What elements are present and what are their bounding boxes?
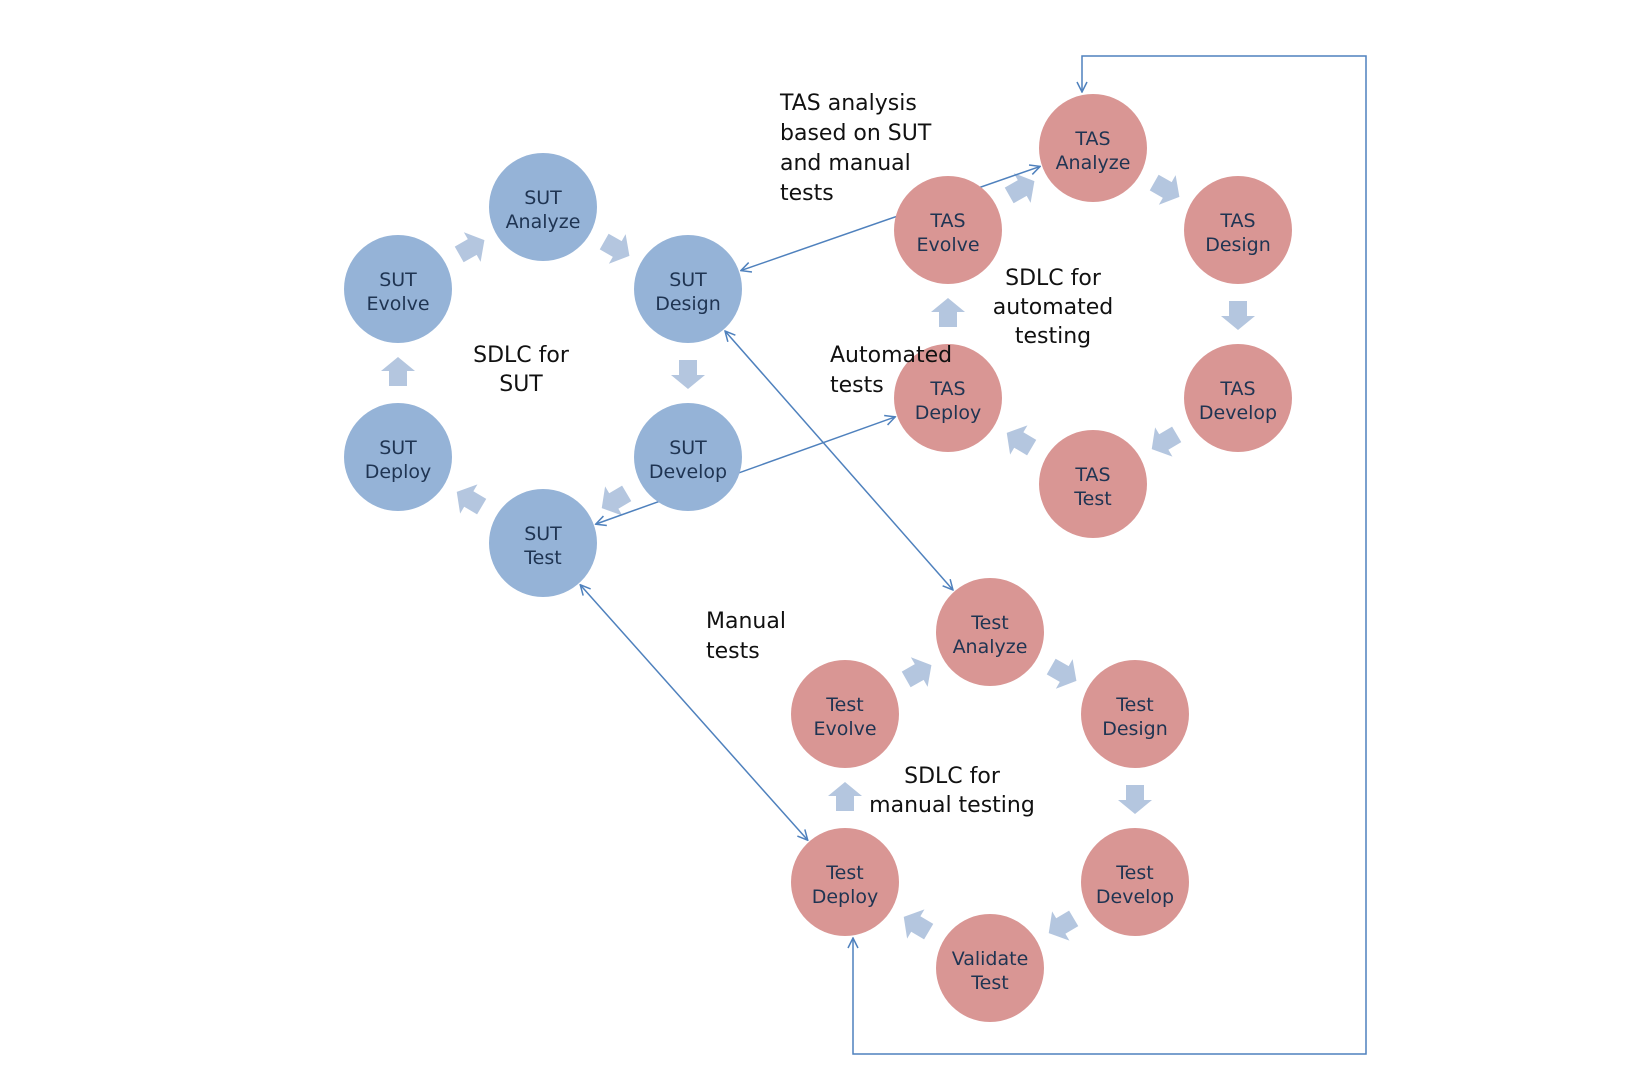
node-test-design: TestDesign [1081, 660, 1189, 768]
node-label: Test [970, 612, 1008, 634]
cycle-title-sut: SDLC for SUT [473, 343, 570, 397]
node-sut-evolve: SUTEvolve [344, 235, 452, 343]
nodes: SUTAnalyzeSUTDesignSUTDevelopSUTTestSUTD… [344, 94, 1292, 1022]
cycle-title-tas: SDLC for automated testing [993, 266, 1114, 349]
node-sut-deploy: SUTDeploy [344, 403, 452, 511]
node-label: TAS [1074, 128, 1110, 150]
connector-label: TAS analysis [779, 91, 917, 116]
node-label: Evolve [366, 293, 429, 315]
node-label: SUT [524, 523, 562, 545]
node-sut-analyze: SUTAnalyze [489, 153, 597, 261]
node-label: Evolve [916, 234, 979, 256]
cycle-title-line: manual testing [869, 793, 1035, 818]
cycle-title-line: SDLC for [473, 343, 570, 368]
connector-label: and manual [780, 151, 911, 176]
flow-arrow-icon [1151, 426, 1182, 457]
cycle-title-line: testing [1015, 324, 1091, 349]
node-label: Develop [1096, 886, 1174, 908]
flow-arrow-icon [1118, 785, 1152, 814]
flow-arrow-icon [456, 484, 487, 515]
connector-label: Manual [706, 609, 786, 634]
node-label: TAS [929, 210, 965, 232]
node-tas-design: TASDesign [1184, 176, 1292, 284]
node-validate-test: ValidateTest [936, 914, 1044, 1022]
connector-label: tests [830, 373, 884, 398]
node-label: SUT [669, 437, 707, 459]
node-label: TAS [929, 378, 965, 400]
flow-arrow-icon [599, 233, 630, 264]
node-label: Develop [649, 461, 727, 483]
node-label: Test [825, 862, 863, 884]
flow-arrow-icon [1006, 425, 1037, 456]
node-test-develop: TestDevelop [1081, 828, 1189, 936]
flow-arrow-icon [1048, 910, 1079, 941]
flow-arrow-icon [454, 232, 485, 263]
node-label: SUT [669, 269, 707, 291]
cycle-title-line: automated [993, 295, 1114, 320]
node-label: Analyze [1056, 152, 1131, 174]
node-sut-test: SUTTest [489, 489, 597, 597]
flow-arrow-icon [1149, 174, 1180, 205]
node-label: Design [655, 293, 721, 315]
cycle-title-manual: SDLC for manual testing [869, 764, 1035, 818]
node-label: TAS [1219, 378, 1255, 400]
node-label: Test [1115, 862, 1153, 884]
node-test-analyze: TestAnalyze [936, 578, 1044, 686]
node-label: Test [970, 972, 1008, 994]
node-label: TAS [1074, 464, 1110, 486]
connector-label: tests [706, 639, 760, 664]
node-sut-design: SUTDesign [634, 235, 742, 343]
node-test-evolve: TestEvolve [791, 660, 899, 768]
node-tas-test: TASTest [1039, 430, 1147, 538]
flow-arrow-icon [901, 657, 932, 688]
node-label: Analyze [506, 211, 581, 233]
node-label: Design [1205, 234, 1271, 256]
node-tas-analyze: TASAnalyze [1039, 94, 1147, 202]
flow-arrow-icon [601, 485, 632, 516]
sdlc-diagram: SUTAnalyzeSUTDesignSUTDevelopSUTTestSUTD… [344, 55, 1367, 1055]
cycle-title-line: SDLC for [1005, 266, 1102, 291]
node-label: SUT [524, 187, 562, 209]
node-label: Test [523, 547, 561, 569]
node-tas-develop: TASDevelop [1184, 344, 1292, 452]
connector-label: Automated [830, 343, 952, 368]
node-label: Deploy [915, 402, 982, 424]
connector-label: tests [780, 181, 834, 206]
node-label: Test [1115, 694, 1153, 716]
node-label: Design [1102, 718, 1168, 740]
cycle-title-line: SDLC for [904, 764, 1001, 789]
flow-arrow-icon [671, 360, 705, 389]
node-label: Test [1073, 488, 1111, 510]
node-label: Analyze [953, 636, 1028, 658]
flow-arrow-icon [1046, 658, 1077, 689]
flow-arrow-icon [381, 357, 415, 386]
node-label: Test [825, 694, 863, 716]
flow-arrow-icon [931, 298, 965, 327]
connector-label: based on SUT [780, 121, 932, 146]
flow-arrow-icon [903, 909, 934, 940]
node-label: Validate [952, 948, 1029, 970]
flow-arrow-icon [828, 782, 862, 811]
node-label: Evolve [813, 718, 876, 740]
flow-arrow-icon [1221, 301, 1255, 330]
node-label: TAS [1219, 210, 1255, 232]
node-label: SUT [379, 437, 417, 459]
node-label: Develop [1199, 402, 1277, 424]
node-test-deploy: TestDeploy [791, 828, 899, 936]
node-tas-evolve: TASEvolve [894, 176, 1002, 284]
cycle-title-line: SUT [499, 372, 543, 397]
node-label: SUT [379, 269, 417, 291]
node-label: Deploy [365, 461, 432, 483]
node-sut-develop: SUTDevelop [634, 403, 742, 511]
node-label: Deploy [812, 886, 879, 908]
